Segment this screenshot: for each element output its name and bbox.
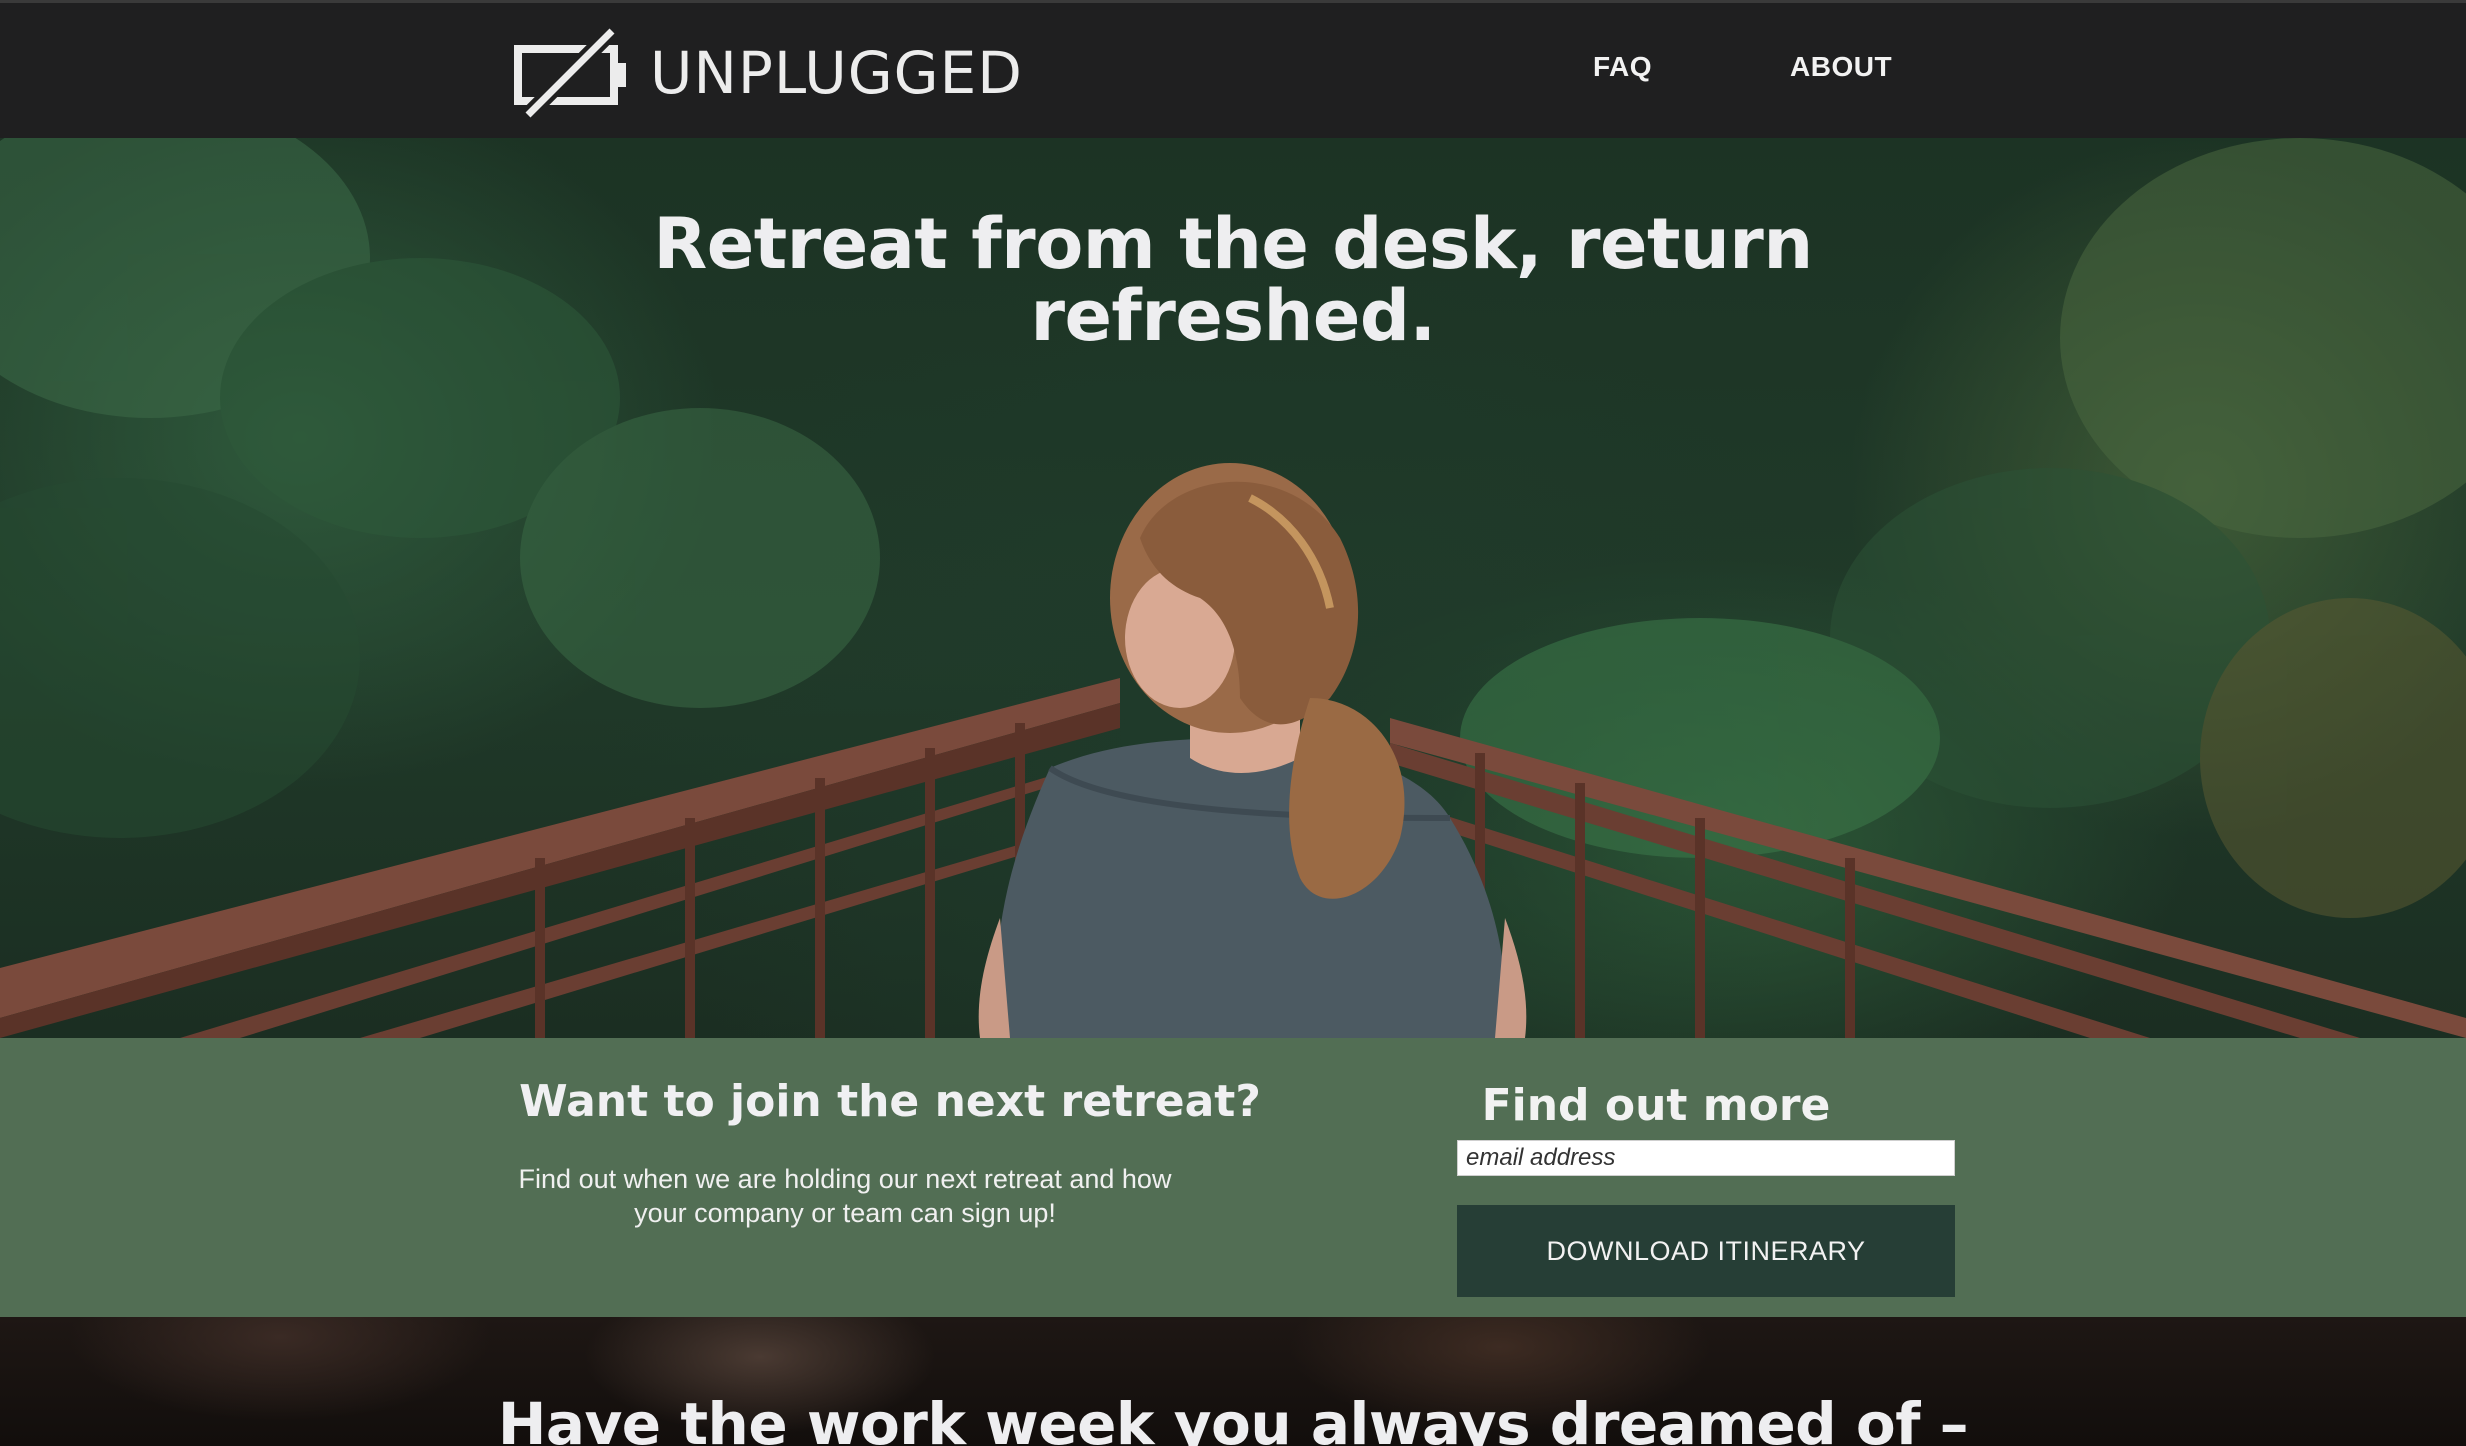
find-out-more-heading: Find out more <box>1481 1080 1831 1131</box>
hero-headline: Retreat from the desk, return refreshed. <box>653 203 1813 357</box>
work-week-heading: Have the work week you always dreamed of… <box>497 1390 1969 1446</box>
email-input[interactable] <box>1457 1140 1955 1176</box>
hero-section: Retreat from the desk, return refreshed. <box>0 138 2466 1038</box>
brand-logo-link[interactable]: UNPLUGGED <box>512 25 1023 121</box>
work-week-section: Have the work week you always dreamed of… <box>0 1317 2466 1446</box>
download-itinerary-button[interactable]: DOWNLOAD ITINERARY <box>1457 1205 1955 1297</box>
join-retreat-description: Find out when we are holding our next re… <box>518 1164 1172 1228</box>
nav-link-faq[interactable]: FAQ <box>1593 53 1652 81</box>
page: UNPLUGGED FAQ ABOUT Retreat from the des… <box>0 0 2466 1446</box>
nav-link-about[interactable]: ABOUT <box>1790 53 1892 81</box>
top-nav: UNPLUGGED FAQ ABOUT <box>0 0 2466 138</box>
signup-section: Want to join the next retreat? Find out … <box>0 1038 2466 1317</box>
unplugged-battery-icon <box>514 25 626 121</box>
join-retreat-heading: Want to join the next retreat? <box>519 1076 1261 1127</box>
brand-name: UNPLUGGED <box>650 39 1023 107</box>
